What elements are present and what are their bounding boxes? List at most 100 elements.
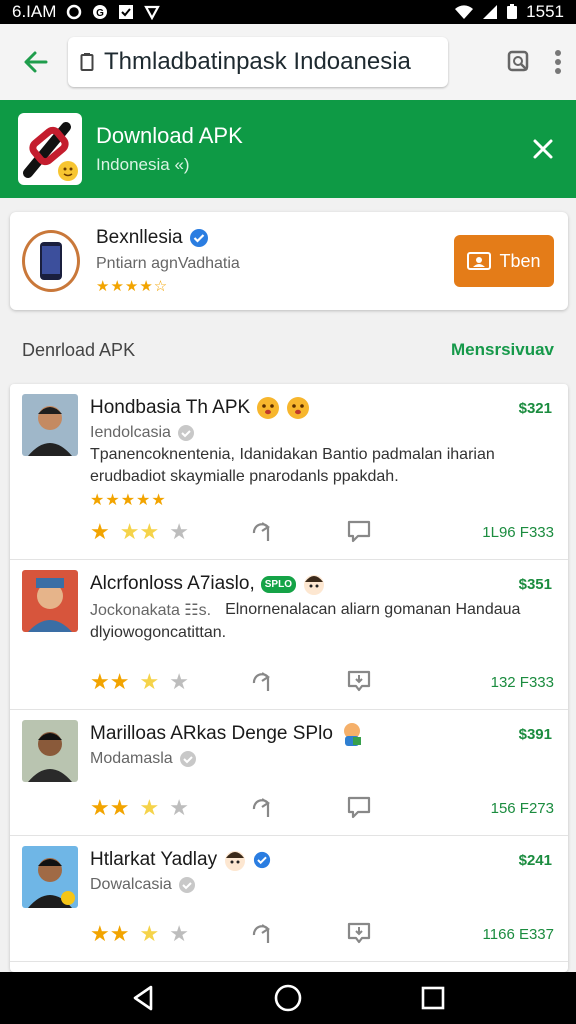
- featured-rating: ★★★★☆: [96, 278, 169, 295]
- avatar: [22, 846, 78, 908]
- emoji-icon: [287, 397, 310, 419]
- featured-action-button[interactable]: Tben: [454, 235, 554, 287]
- banner-title: Download APK: [96, 123, 243, 148]
- item-count: 132 F333: [490, 673, 554, 691]
- item-actions: ★ ★★ ★ 1L96 F333: [90, 519, 554, 545]
- url-bar[interactable]: Thmladbatinpask Indoanesia: [68, 37, 448, 87]
- avatar: [22, 570, 78, 632]
- banner-subtitle: Indonesia «): [96, 155, 190, 174]
- check-box-icon: [119, 5, 134, 19]
- phone-icon: [22, 230, 80, 292]
- item-title: Marilloas ARkas Denge SPlo: [90, 723, 333, 744]
- avatar: [22, 394, 78, 456]
- list-item[interactable]: $351 Alcrfonloss A7iaslo, SPLO Jockonaka…: [10, 560, 568, 710]
- page-icon: [80, 53, 94, 71]
- section-header: Denrload APK Mensrsivuav: [0, 326, 576, 374]
- item-subtitle: Modamasla: [90, 750, 173, 767]
- arrow-left-icon: [24, 51, 48, 73]
- item-description: Tpanencoknentenia, Idanidakan Bantio pad…: [90, 446, 495, 485]
- download-box-icon[interactable]: [346, 669, 372, 693]
- verified-icon: [189, 229, 208, 247]
- close-banner-button[interactable]: [526, 132, 560, 166]
- rate-stars[interactable]: ★★★★: [90, 795, 189, 821]
- star-icon: ★: [169, 669, 189, 694]
- share-icon[interactable]: [250, 795, 276, 819]
- comment-icon[interactable]: [346, 795, 372, 819]
- comment-icon[interactable]: [346, 519, 372, 543]
- system-nav-bar: [0, 972, 576, 1024]
- back-button[interactable]: [14, 40, 58, 84]
- avatar: [22, 720, 78, 782]
- item-price: $351: [518, 576, 552, 593]
- app-logo-icon: [18, 113, 82, 185]
- item-count: 156 F273: [490, 799, 554, 817]
- download-box-icon[interactable]: [346, 921, 372, 945]
- star-icon: ★: [139, 921, 160, 946]
- item-rating: ★★★★★: [90, 492, 167, 509]
- item-title: Htlarkat Yadlay: [90, 849, 218, 870]
- app-banner: Download APK Indonesia «): [0, 100, 576, 198]
- star-icon: ★: [90, 519, 110, 544]
- person-card-icon: [467, 252, 492, 270]
- item-description-inline: Elnornenalacan aliarn gomanan Handaua: [225, 601, 521, 618]
- triangle-back-icon: [133, 985, 152, 1011]
- rate-stars[interactable]: ★★★★: [90, 519, 189, 545]
- section-link[interactable]: Mensrsivuav: [451, 340, 554, 360]
- star-icon: ★★: [90, 795, 130, 820]
- star-icon: ★★: [119, 519, 160, 544]
- close-icon: [533, 139, 553, 159]
- item-title: Hondbasia Th APK: [90, 397, 251, 418]
- section-title: Denrload APK: [22, 339, 136, 360]
- item-actions: ★★ ★ ★ 1166 E337: [90, 921, 554, 947]
- more-vert-icon[interactable]: [554, 49, 562, 75]
- nav-recents-button[interactable]: [413, 978, 453, 1018]
- list-item[interactable]: $321 Hondbasia Th APK Iendolcasia Tpanen…: [10, 384, 568, 560]
- item-price: $321: [518, 400, 552, 417]
- list-item[interactable]: $241 Htlarkat Yadlay Dowalcasia ★★ ★ ★ 116…: [10, 836, 568, 962]
- app-list: $321 Hondbasia Th APK Iendolcasia Tpanen…: [10, 384, 568, 972]
- star-icon: ★: [169, 519, 189, 544]
- list-item[interactable]: $391 Marilloas ARkas Denge SPlo Modamasl…: [10, 710, 568, 836]
- nav-back-button[interactable]: [123, 978, 163, 1018]
- clock-left: 6.IAM: [12, 2, 57, 21]
- item-actions: ★★ ★ ★ 132 F333: [90, 669, 554, 695]
- circle-icon: [67, 4, 82, 20]
- browser-toolbar: Thmladbatinpask Indoanesia: [0, 24, 576, 100]
- g-icon: G: [93, 5, 108, 19]
- featured-button-label: Tben: [499, 250, 541, 271]
- star-icon: ★: [139, 795, 160, 820]
- url-text: Thmladbatinpask Indoanesia: [104, 48, 411, 75]
- verified-icon: [253, 851, 271, 869]
- featured-subtitle: Pntiarn agnVadhatia: [96, 255, 240, 272]
- emoji-icon: [257, 397, 280, 419]
- share-icon[interactable]: [250, 519, 276, 543]
- signal-icon: [483, 5, 498, 19]
- item-title: Alcrfonloss A7iaslo,: [90, 573, 255, 594]
- tabs-search-icon[interactable]: [506, 49, 532, 75]
- item-subtitle: Jockonakata ☷s.: [90, 602, 212, 619]
- nav-home-button[interactable]: [268, 978, 308, 1018]
- item-subtitle: Iendolcasia: [90, 424, 171, 441]
- featured-app-card[interactable]: Bexnllesia Pntiarn agnVadhatia ★★★★☆ Tbe…: [10, 212, 568, 310]
- badge-check-icon: [179, 751, 196, 767]
- star-icon: ★: [169, 795, 189, 820]
- rate-stars[interactable]: ★★★★: [90, 669, 189, 695]
- share-icon[interactable]: [250, 921, 276, 945]
- item-actions: ★★ ★ ★ 156 F273: [90, 795, 554, 821]
- down-triangle-icon: [144, 5, 161, 20]
- svg-text:G: G: [97, 8, 105, 19]
- item-count: 1166 E337: [482, 925, 554, 943]
- featured-title: Bexnllesia: [96, 227, 183, 248]
- person-emoji-icon: [343, 723, 361, 746]
- star-icon: ★: [139, 669, 160, 694]
- rate-stars[interactable]: ★★★★: [90, 921, 189, 947]
- share-icon[interactable]: [250, 669, 276, 693]
- wifi-icon: [455, 5, 474, 19]
- badge-check-icon: [177, 425, 194, 441]
- item-description: dlyiowogoncatittan.: [90, 624, 227, 641]
- clock-right: 1551: [526, 2, 564, 21]
- item-price: $241: [518, 852, 552, 869]
- cartoon-face-icon: [225, 851, 246, 871]
- square-recents-icon: [422, 986, 445, 1010]
- cartoon-face-icon: [303, 575, 324, 595]
